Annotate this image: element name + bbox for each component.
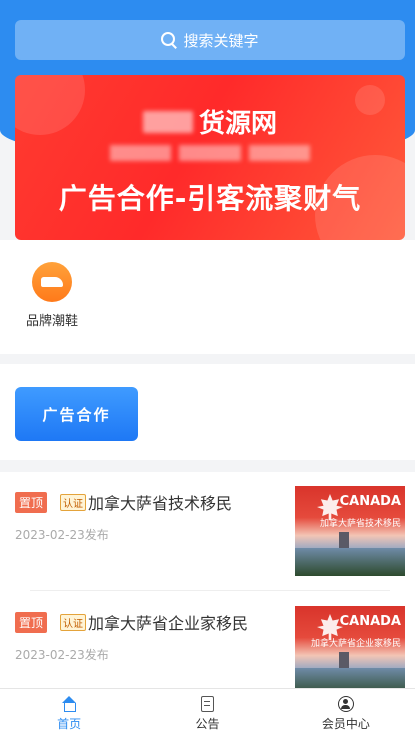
tab-label: 首页 bbox=[57, 716, 82, 731]
tab-member-center[interactable]: 会员中心 bbox=[277, 689, 415, 738]
verified-badge: 认证 bbox=[60, 613, 87, 631]
thumbnail-caption: 加拿大萨省企业家移民 bbox=[310, 639, 401, 649]
search-icon bbox=[161, 32, 177, 48]
divider bbox=[30, 590, 390, 591]
item-title: 加拿大萨省技术移民 bbox=[88, 494, 233, 513]
search-bar[interactable]: 搜索关键字 bbox=[15, 20, 405, 60]
thumbnail-caption: 加拿大萨省技术移民 bbox=[319, 519, 401, 529]
notice-icon bbox=[200, 695, 214, 712]
item-thumbnail: CANADA 加拿大萨省技术移民 bbox=[295, 486, 405, 576]
sneaker-icon bbox=[32, 262, 72, 302]
item-date: 2023-02-23发布 bbox=[15, 648, 109, 662]
tab-label: 会员中心 bbox=[321, 716, 370, 731]
ad-banner[interactable]: 货源网 广告合作-引客流聚财气 bbox=[15, 75, 405, 240]
thumbnail-heading: CANADA bbox=[339, 494, 401, 509]
verified-badge: 认证 bbox=[60, 493, 87, 511]
category-item-sneakers[interactable]: 品牌潮鞋 bbox=[15, 262, 89, 329]
item-title: 加拿大萨省企业家移民 bbox=[88, 614, 249, 633]
list-item[interactable]: 置顶 认证 加拿大萨省技术移民 2023-02-23发布 CANADA 加拿大萨… bbox=[15, 472, 405, 576]
category-section: 品牌潮鞋 bbox=[0, 240, 415, 354]
item-thumbnail: CANADA 加拿大萨省企业家移民 bbox=[295, 606, 405, 688]
tab-notice[interactable]: 公告 bbox=[138, 689, 276, 738]
home-icon bbox=[61, 695, 77, 712]
blurred-subtitle bbox=[110, 145, 310, 161]
search-placeholder: 搜索关键字 bbox=[183, 31, 259, 50]
banner-slogan: 广告合作-引客流聚财气 bbox=[58, 182, 362, 215]
pinned-badge: 置顶 bbox=[15, 491, 48, 513]
pinned-badge: 置顶 bbox=[15, 611, 48, 633]
category-label: 品牌潮鞋 bbox=[25, 314, 78, 329]
blurred-text bbox=[142, 110, 193, 133]
ad-section: 广告合作 bbox=[0, 364, 415, 460]
list-item[interactable]: 置顶 认证 加拿大萨省企业家移民 2023-02-23发布 CANADA 加拿大… bbox=[15, 592, 405, 688]
post-list: 置顶 认证 加拿大萨省技术移民 2023-02-23发布 CANADA 加拿大萨… bbox=[0, 472, 415, 688]
ad-cooperation-button[interactable]: 广告合作 bbox=[15, 387, 138, 441]
tab-label: 公告 bbox=[195, 716, 220, 731]
bottom-tab-bar: 首页 公告 会员中心 bbox=[0, 688, 415, 738]
item-date: 2023-02-23发布 bbox=[15, 528, 109, 542]
banner-site-name: 货源网 bbox=[198, 109, 277, 139]
user-icon bbox=[337, 695, 354, 712]
thumbnail-heading: CANADA bbox=[339, 614, 401, 629]
tab-home[interactable]: 首页 bbox=[0, 689, 138, 738]
